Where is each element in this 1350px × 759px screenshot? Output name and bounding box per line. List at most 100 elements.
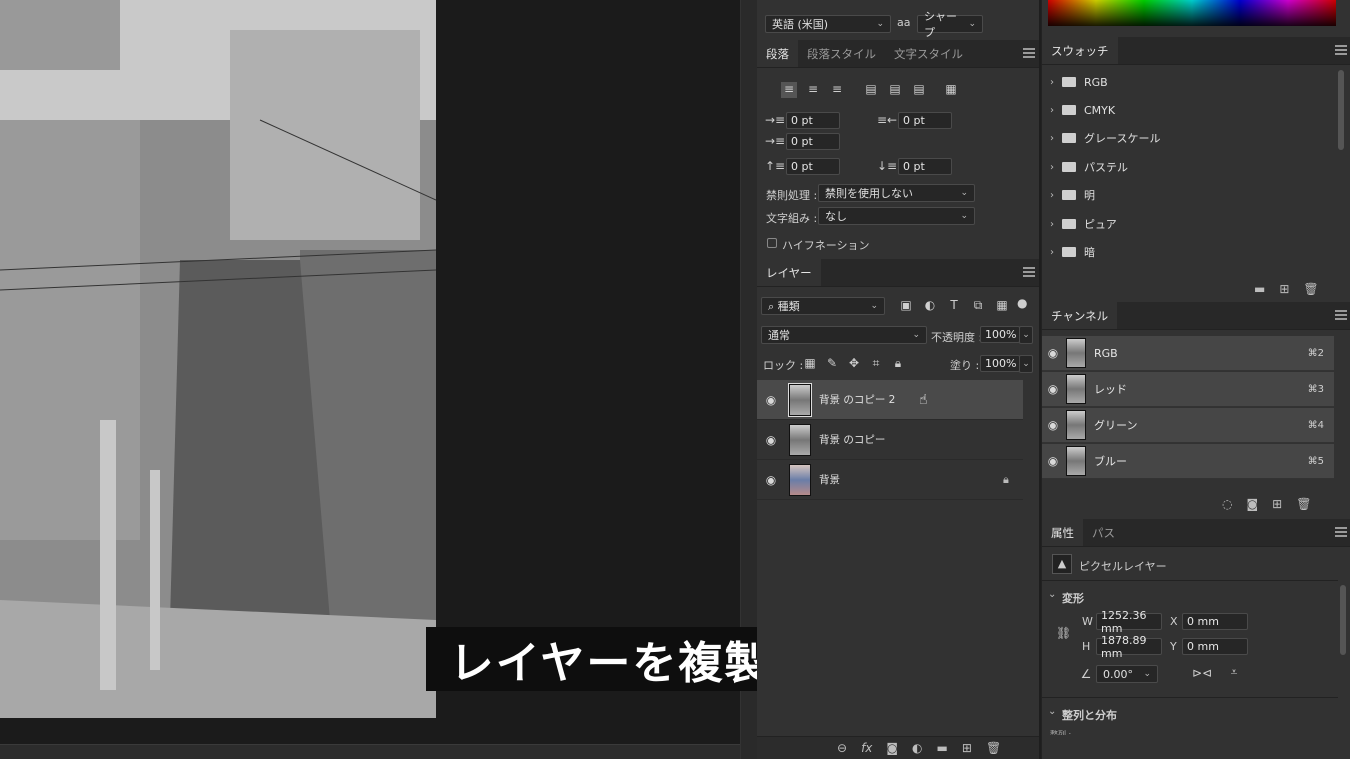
opacity-dropdown-arrow[interactable]: ⌄ xyxy=(1019,326,1033,344)
indent-right-input[interactable]: 0 pt xyxy=(898,112,952,129)
adjustment-filter-icon[interactable]: ◐ xyxy=(923,298,937,312)
type-filter-icon[interactable]: T xyxy=(947,298,961,312)
swatch-group[interactable]: › 暗 xyxy=(1042,238,1332,266)
image-filter-icon[interactable]: ▣ xyxy=(899,298,913,312)
tab-channels[interactable]: チャンネル xyxy=(1042,302,1118,329)
justify-all-icon[interactable]: ▦ xyxy=(943,82,959,96)
chevron-down-icon[interactable]: ⌄ xyxy=(1048,589,1056,600)
horizontal-scrollbar[interactable] xyxy=(0,744,740,759)
chevron-down-icon[interactable]: ⌄ xyxy=(1048,706,1056,717)
space-after-input[interactable]: 0 pt xyxy=(898,158,952,175)
eye-icon[interactable]: ◉ xyxy=(757,473,785,487)
folder-icon[interactable]: ▬ xyxy=(1254,282,1265,296)
new-channel-icon[interactable]: ⊞ xyxy=(1272,497,1282,511)
eye-icon[interactable]: ◉ xyxy=(1042,346,1064,360)
justify-left-icon[interactable]: ▤ xyxy=(863,82,879,96)
flip-horizontal-icon[interactable]: ⊳⊲ xyxy=(1192,666,1212,680)
align-center-icon[interactable]: ≡ xyxy=(805,82,821,96)
opacity-input[interactable]: 100% xyxy=(980,326,1020,343)
channel-row[interactable]: ◉ グリーン ⌘4 xyxy=(1042,408,1334,443)
align-right-icon[interactable]: ≡ xyxy=(829,82,845,96)
trash-icon[interactable]: 🗑︎ xyxy=(1296,497,1311,511)
blend-mode-dropdown[interactable]: 通常 ⌄ xyxy=(761,326,927,344)
align-left-icon[interactable]: ≡ xyxy=(781,82,797,98)
eye-icon[interactable]: ◉ xyxy=(1042,454,1064,468)
mask-icon[interactable]: ◙ xyxy=(886,741,898,755)
panel-menu-icon[interactable] xyxy=(1335,310,1347,320)
trash-icon[interactable]: 🗑︎ xyxy=(1303,282,1318,296)
new-swatch-icon[interactable]: ⊞ xyxy=(1279,282,1289,296)
swatch-group[interactable]: › ピュア xyxy=(1042,210,1332,238)
folder-icon[interactable]: ▬ xyxy=(937,741,948,755)
eye-icon[interactable]: ◉ xyxy=(1042,418,1064,432)
swatches-scrollbar[interactable] xyxy=(1338,70,1344,150)
lock-all-icon[interactable]: 🔒︎ xyxy=(891,356,905,370)
language-dropdown[interactable]: 英語 (米国) ⌄ xyxy=(765,15,891,33)
layer-row[interactable]: ◉ 背景 のコピー 2 ☝︎ xyxy=(757,380,1023,420)
eye-icon[interactable]: ◉ xyxy=(757,433,785,447)
tab-properties[interactable]: 属性 xyxy=(1042,519,1083,546)
eye-icon[interactable]: ◉ xyxy=(1042,382,1064,396)
flip-vertical-icon[interactable]: ⩡ xyxy=(1226,665,1242,679)
link-icon[interactable]: ⛓︎ xyxy=(1056,626,1071,640)
hyphenation-checkbox[interactable] xyxy=(767,238,777,248)
swatch-group[interactable]: › RGB xyxy=(1042,68,1332,96)
height-input[interactable]: 1878.89 mm xyxy=(1096,634,1162,660)
justify-right-icon[interactable]: ▤ xyxy=(911,82,927,96)
lock-image-icon[interactable]: ✎ xyxy=(825,356,839,370)
lock-transparent-icon[interactable]: ▦ xyxy=(803,356,817,370)
trash-icon[interactable]: 🗑︎ xyxy=(986,741,1001,755)
link-icon[interactable]: ⊖ xyxy=(837,741,847,755)
panel-menu-icon[interactable] xyxy=(1023,48,1035,58)
y-input[interactable]: 0 mm xyxy=(1182,638,1248,655)
angle-dropdown[interactable]: 0.00° ⌄ xyxy=(1096,665,1158,683)
properties-scrollbar[interactable] xyxy=(1340,585,1346,655)
color-spectrum[interactable] xyxy=(1048,0,1336,26)
width-input[interactable]: 1252.36 mm xyxy=(1096,609,1162,635)
lock-artboard-icon[interactable]: ⌗ xyxy=(869,356,883,370)
swatch-group[interactable]: › CMYK xyxy=(1042,96,1332,124)
new-layer-icon[interactable]: ⊞ xyxy=(962,741,972,755)
space-before-input[interactable]: 0 pt xyxy=(786,158,840,175)
panel-menu-icon[interactable] xyxy=(1335,45,1347,55)
fill-dropdown-arrow[interactable]: ⌄ xyxy=(1019,355,1033,373)
channel-row[interactable]: ◉ レッド ⌘3 xyxy=(1042,372,1334,407)
channel-row[interactable]: ◉ ブルー ⌘5 xyxy=(1042,444,1334,479)
fx-icon[interactable]: fx xyxy=(861,741,872,755)
lock-position-icon[interactable]: ✥ xyxy=(847,356,861,370)
layer-name[interactable]: 背景 xyxy=(819,472,1003,487)
swatch-group[interactable]: › パステル xyxy=(1042,153,1332,181)
layer-row[interactable]: ◉ 背景 🔒︎ xyxy=(757,460,1023,500)
indent-first-line-input[interactable]: 0 pt xyxy=(786,133,840,150)
tab-paragraph[interactable]: 段落 xyxy=(757,40,798,67)
panel-menu-icon[interactable] xyxy=(1023,267,1035,277)
channel-row[interactable]: ◉ RGB ⌘2 xyxy=(1042,336,1334,371)
layer-row[interactable]: ◉ 背景 のコピー xyxy=(757,420,1023,460)
justify-center-icon[interactable]: ▤ xyxy=(887,82,903,96)
filter-toggle-icon[interactable]: ● xyxy=(1017,296,1027,314)
tab-paragraph-style[interactable]: 段落スタイル xyxy=(798,40,885,67)
fill-input[interactable]: 100% xyxy=(980,355,1020,372)
tab-character-style[interactable]: 文字スタイル xyxy=(885,40,972,67)
eye-icon[interactable]: ◉ xyxy=(757,393,785,407)
swatch-group[interactable]: › グレースケール xyxy=(1042,124,1332,152)
tab-paths[interactable]: パス xyxy=(1083,519,1124,546)
tab-layers[interactable]: レイヤー xyxy=(757,259,821,286)
layer-name[interactable]: 背景 のコピー 2 xyxy=(819,392,919,407)
indent-left-input[interactable]: 0 pt xyxy=(786,112,840,129)
panel-menu-icon[interactable] xyxy=(1335,527,1347,537)
tab-swatches[interactable]: スウォッチ xyxy=(1042,37,1118,64)
shape-filter-icon[interactable]: ⧉ xyxy=(971,298,985,312)
save-selection-icon[interactable]: ◙ xyxy=(1246,497,1258,511)
x-input[interactable]: 0 mm xyxy=(1182,613,1248,630)
layer-filter-dropdown[interactable]: ⌕ 種類 ⌄ xyxy=(761,297,885,315)
adjustment-icon[interactable]: ◐ xyxy=(912,741,922,755)
swatch-group[interactable]: › 明 xyxy=(1042,181,1332,209)
antialias-dropdown[interactable]: シャープ ⌄ xyxy=(917,10,983,39)
layer-thumbnail xyxy=(789,423,811,456)
smart-object-filter-icon[interactable]: ▦ xyxy=(995,298,1009,312)
mojikumi-dropdown[interactable]: なし ⌄ xyxy=(818,207,975,225)
load-selection-icon[interactable]: ◌ xyxy=(1222,497,1232,511)
kinsoku-dropdown[interactable]: 禁則を使用しない ⌄ xyxy=(818,184,975,202)
layer-name[interactable]: 背景 のコピー xyxy=(819,432,1023,447)
